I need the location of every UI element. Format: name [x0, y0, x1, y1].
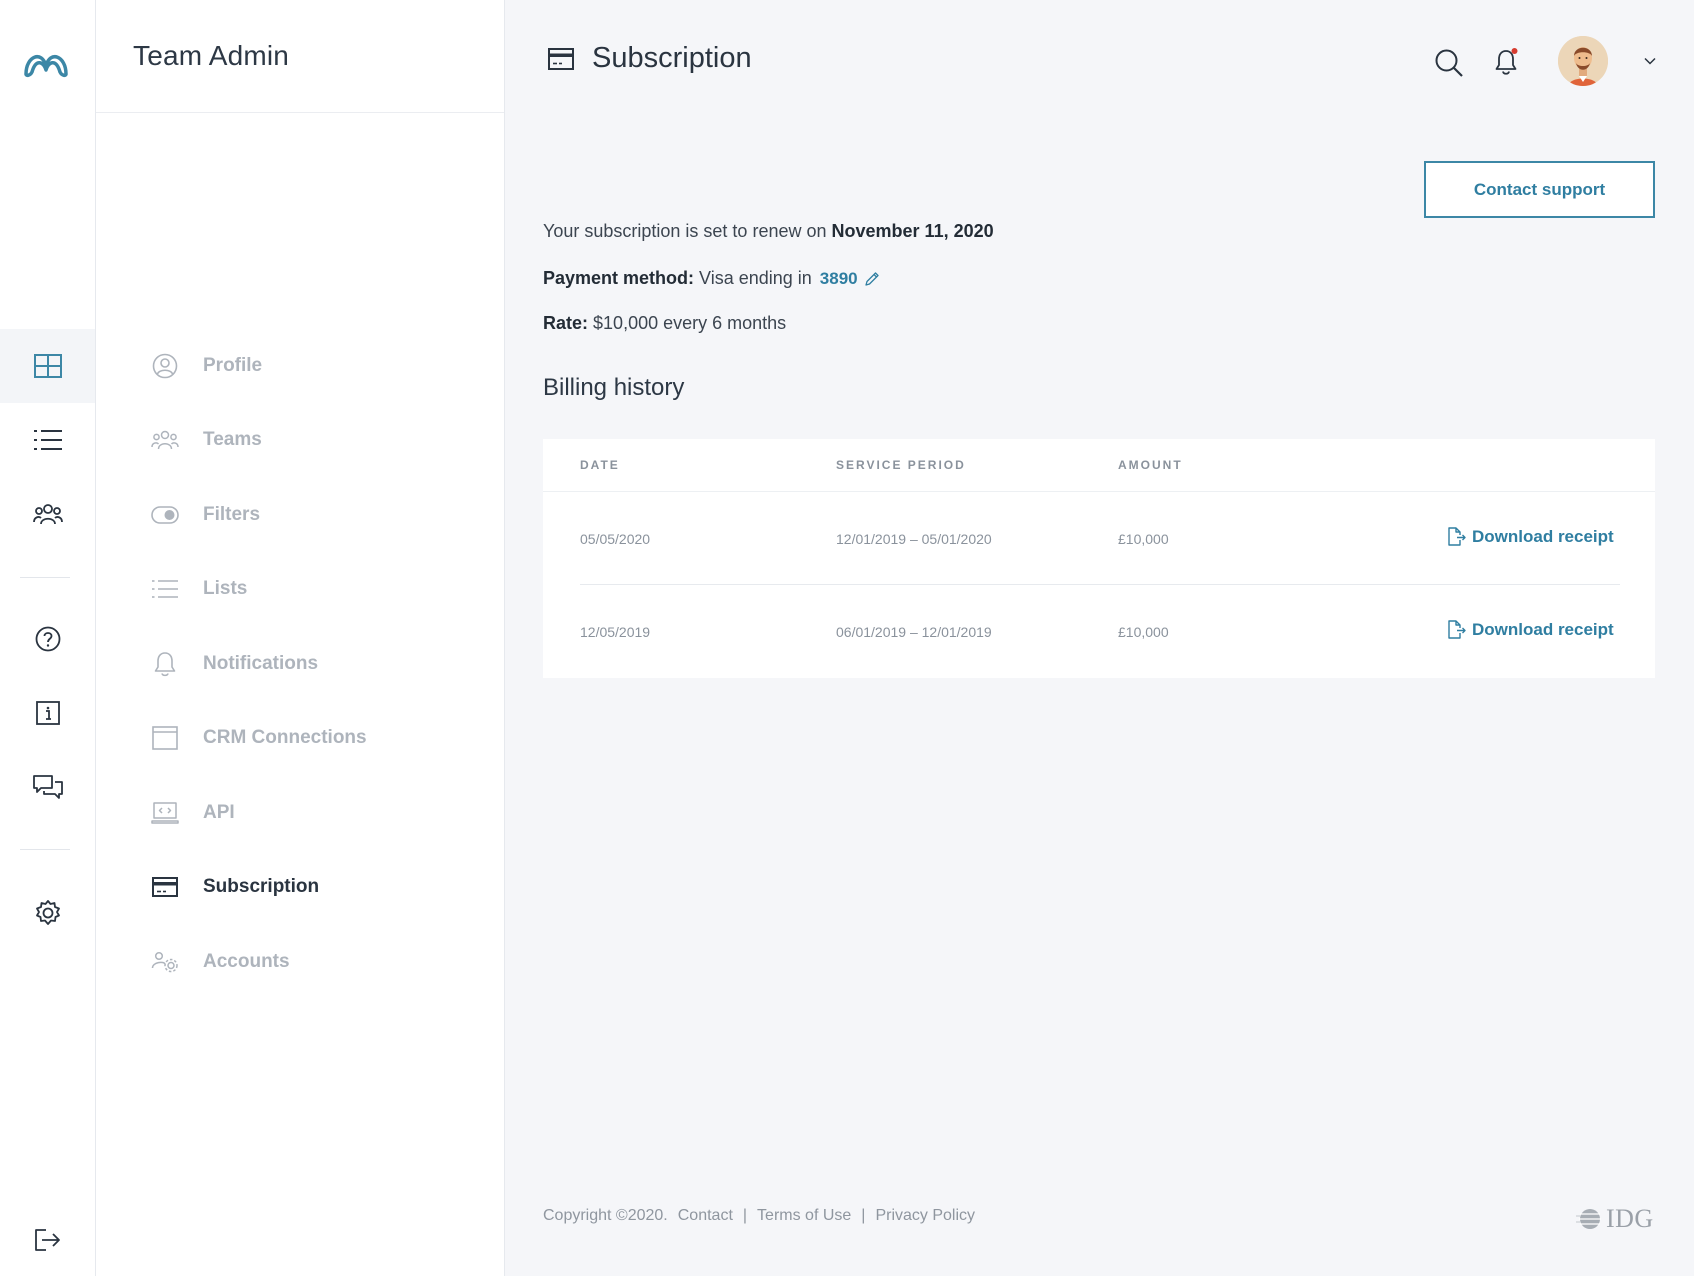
row-date: 12/05/2019 [580, 624, 651, 640]
rail-help[interactable] [0, 602, 95, 676]
sidebar-item-api[interactable]: API [150, 793, 480, 833]
column-header-date: DATE [580, 458, 620, 472]
contact-support-button[interactable]: Contact support [1424, 161, 1655, 218]
row-date: 05/05/2020 [580, 531, 651, 547]
row-amount: £10,000 [1118, 624, 1169, 640]
chevron-down-icon[interactable] [1644, 57, 1656, 65]
row-service-period: 12/01/2019 – 05/01/2020 [836, 531, 992, 547]
grid-icon [33, 354, 62, 378]
laptop-code-icon [150, 798, 180, 828]
help-icon [35, 626, 61, 652]
rail-settings[interactable] [0, 876, 95, 950]
sidebar-item-teams[interactable]: Teams [150, 420, 480, 460]
download-receipt-label: Download receipt [1472, 527, 1614, 546]
footer-separator: | [742, 1207, 748, 1224]
table-header-divider [543, 491, 1655, 492]
rail-chat[interactable] [0, 750, 95, 824]
rate-info: Rate: $10,000 every 6 months [543, 313, 786, 334]
sidebar-item-lists[interactable]: Lists [150, 569, 480, 609]
sidebar-item-accounts[interactable]: Accounts [150, 942, 480, 982]
sidebar-item-label: Lists [203, 578, 248, 599]
rail-divider [20, 849, 70, 850]
info-icon [35, 701, 60, 725]
sidebar-item-label: CRM Connections [203, 727, 367, 748]
copyright-text: Copyright ©2020. [543, 1207, 668, 1224]
window-icon [150, 723, 180, 753]
column-header-amount: AMOUNT [1118, 458, 1183, 472]
renewal-info: Your subscription is set to renew on Nov… [543, 221, 994, 242]
sidebar-title: Team Admin [133, 40, 290, 71]
globe-icon [1576, 1209, 1601, 1229]
sidebar-item-crm-connections[interactable]: CRM Connections [150, 718, 480, 758]
avatar[interactable] [1558, 36, 1608, 86]
list-icon [33, 429, 62, 451]
file-export-icon [1448, 620, 1466, 640]
credit-card-icon [548, 48, 574, 70]
sidebar-item-subscription[interactable]: Subscription [150, 867, 480, 907]
bell-icon[interactable] [1494, 47, 1520, 77]
list-icon [150, 574, 180, 604]
teams-icon [150, 425, 180, 455]
accounts-gear-icon [150, 947, 180, 977]
icon-rail [0, 0, 96, 1276]
rate-label: Rate: [543, 313, 589, 333]
row-service-period: 06/01/2019 – 12/01/2019 [836, 624, 992, 640]
row-amount: £10,000 [1118, 531, 1169, 547]
payment-method-info: Payment method: Visa ending in 3890 [543, 268, 880, 289]
sidebar-item-label: Subscription [203, 876, 320, 897]
sidebar-header: Team Admin [96, 0, 504, 113]
settings-sidebar: Team Admin Profile Teams Filters Lists N… [96, 0, 505, 1276]
footer-link-privacy[interactable]: Privacy Policy [875, 1207, 975, 1225]
rail-dashboard[interactable] [0, 329, 95, 403]
rail-divider [20, 577, 70, 578]
renewal-date: November 11, 2020 [831, 221, 994, 241]
gear-icon [34, 899, 62, 927]
sidebar-item-filters[interactable]: Filters [150, 495, 480, 535]
footer-link-terms[interactable]: Terms of Use [757, 1207, 851, 1225]
rail-lists[interactable] [0, 403, 95, 477]
footer-separator: | [861, 1207, 866, 1224]
sidebar-item-notifications[interactable]: Notifications [150, 644, 480, 684]
billing-table: DATE SERVICE PERIOD AMOUNT 05/05/2020 12… [543, 439, 1655, 678]
people-icon [32, 503, 63, 525]
rail-people[interactable] [0, 477, 95, 551]
edit-pencil-icon[interactable] [864, 271, 880, 287]
sidebar-item-label: Notifications [203, 653, 319, 674]
sidebar-item-label: Teams [203, 429, 262, 450]
payment-method-text: Visa ending in [699, 268, 812, 288]
row-divider [580, 584, 1620, 585]
download-receipt-label: Download receipt [1472, 620, 1614, 639]
sidebar-item-label: API [203, 802, 235, 823]
file-export-icon [1448, 527, 1466, 547]
idg-brand-text: IDG [1606, 1204, 1654, 1233]
rail-info[interactable] [0, 676, 95, 750]
chat-icon [32, 774, 63, 800]
download-receipt-link[interactable]: Download receipt [1448, 620, 1614, 640]
sidebar-item-label: Filters [203, 504, 261, 525]
main-content: Subscription Contact support Your subscr… [506, 0, 1694, 1276]
column-header-service-period: SERVICE PERIOD [836, 458, 966, 472]
download-receipt-link[interactable]: Download receipt [1448, 527, 1614, 547]
logout-icon [34, 1228, 62, 1252]
billing-history-title: Billing history [543, 374, 685, 401]
credit-card-icon [150, 872, 180, 902]
sidebar-item-label: Profile [203, 355, 263, 376]
profile-icon [150, 351, 180, 381]
sidebar-item-label: Accounts [203, 951, 290, 972]
page-title: Subscription [592, 42, 752, 74]
rate-value: $10,000 every 6 months [593, 313, 787, 333]
footer: Copyright ©2020. Contact | Terms of Use … [543, 1207, 985, 1225]
toggle-icon [150, 500, 180, 530]
idg-logo: IDG [1576, 1204, 1654, 1234]
footer-link-contact[interactable]: Contact [678, 1207, 733, 1225]
rail-logout[interactable] [0, 1203, 95, 1276]
payment-method-label: Payment method: [543, 268, 695, 288]
search-icon[interactable] [1434, 48, 1464, 78]
renewal-text: Your subscription is set to renew on [543, 221, 827, 241]
bell-icon [150, 649, 180, 679]
card-last4-link[interactable]: 3890 [820, 269, 858, 289]
brand-logo[interactable] [22, 46, 70, 80]
sidebar-item-profile[interactable]: Profile [150, 346, 480, 386]
